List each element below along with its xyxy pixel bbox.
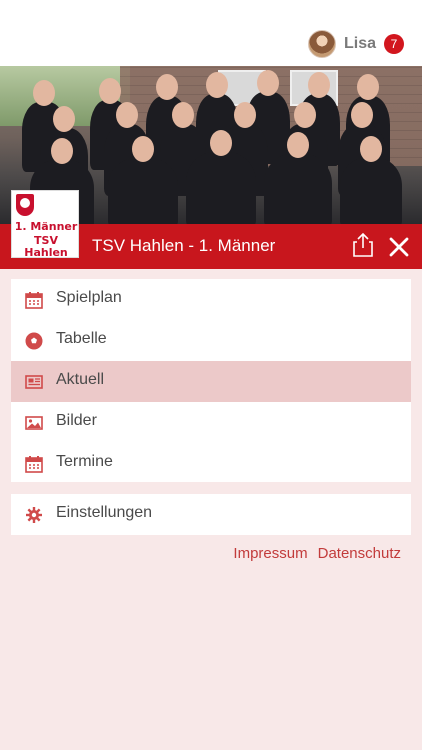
datenschutz-link[interactable]: Datenschutz bbox=[318, 545, 401, 562]
player-figure bbox=[186, 130, 256, 224]
calendar-icon bbox=[25, 292, 43, 309]
avatar[interactable] bbox=[307, 30, 336, 58]
close-icon[interactable] bbox=[386, 234, 412, 260]
soccer-ball-icon bbox=[25, 332, 43, 350]
newspaper-icon bbox=[25, 375, 43, 389]
menu-item-bilder[interactable]: Bilder bbox=[11, 402, 411, 443]
footer-links: Impressum Datenschutz bbox=[233, 545, 401, 562]
logo-text-line1: 1. Männer bbox=[14, 220, 78, 233]
image-icon bbox=[25, 416, 43, 430]
notification-badge[interactable]: 7 bbox=[384, 34, 404, 54]
impressum-link[interactable]: Impressum bbox=[233, 545, 307, 562]
gear-icon bbox=[26, 507, 42, 523]
menu-item-termine[interactable]: Termine bbox=[11, 443, 411, 484]
calendar-icon bbox=[25, 456, 43, 473]
top-bar: Lisa 7 bbox=[0, 0, 422, 66]
menu-item-label: Bilder bbox=[56, 412, 97, 429]
player-figure bbox=[340, 136, 402, 224]
player-figure bbox=[264, 132, 332, 224]
menu-item-aktuell[interactable]: Aktuell bbox=[11, 361, 411, 402]
menu-item-label: Spielplan bbox=[56, 289, 122, 306]
menu-item-tabelle[interactable]: Tabelle bbox=[11, 320, 411, 361]
club-crest-icon bbox=[16, 194, 34, 216]
settings-label: Einstellungen bbox=[56, 504, 153, 521]
menu-item-label: Tabelle bbox=[56, 330, 107, 347]
logo-text-line2: TSV Hahlen bbox=[24, 234, 68, 258]
user-name[interactable]: Lisa bbox=[344, 35, 376, 53]
team-logo: 1. Männer TSV Hahlen bbox=[11, 190, 79, 258]
user-profile-button[interactable]: Lisa 7 bbox=[307, 29, 404, 59]
player-figure bbox=[108, 136, 178, 224]
menu-item-spielplan[interactable]: Spielplan bbox=[11, 279, 411, 320]
menu-item-label: Termine bbox=[56, 453, 113, 470]
team-title: TSV Hahlen - 1. Männer bbox=[92, 236, 276, 255]
share-icon[interactable] bbox=[350, 232, 376, 258]
menu-item-label: Aktuell bbox=[56, 371, 105, 388]
main-menu: Spielplan Tabelle Aktuell Bilder Termine bbox=[11, 279, 411, 482]
settings-item[interactable]: Einstellungen bbox=[11, 494, 411, 535]
